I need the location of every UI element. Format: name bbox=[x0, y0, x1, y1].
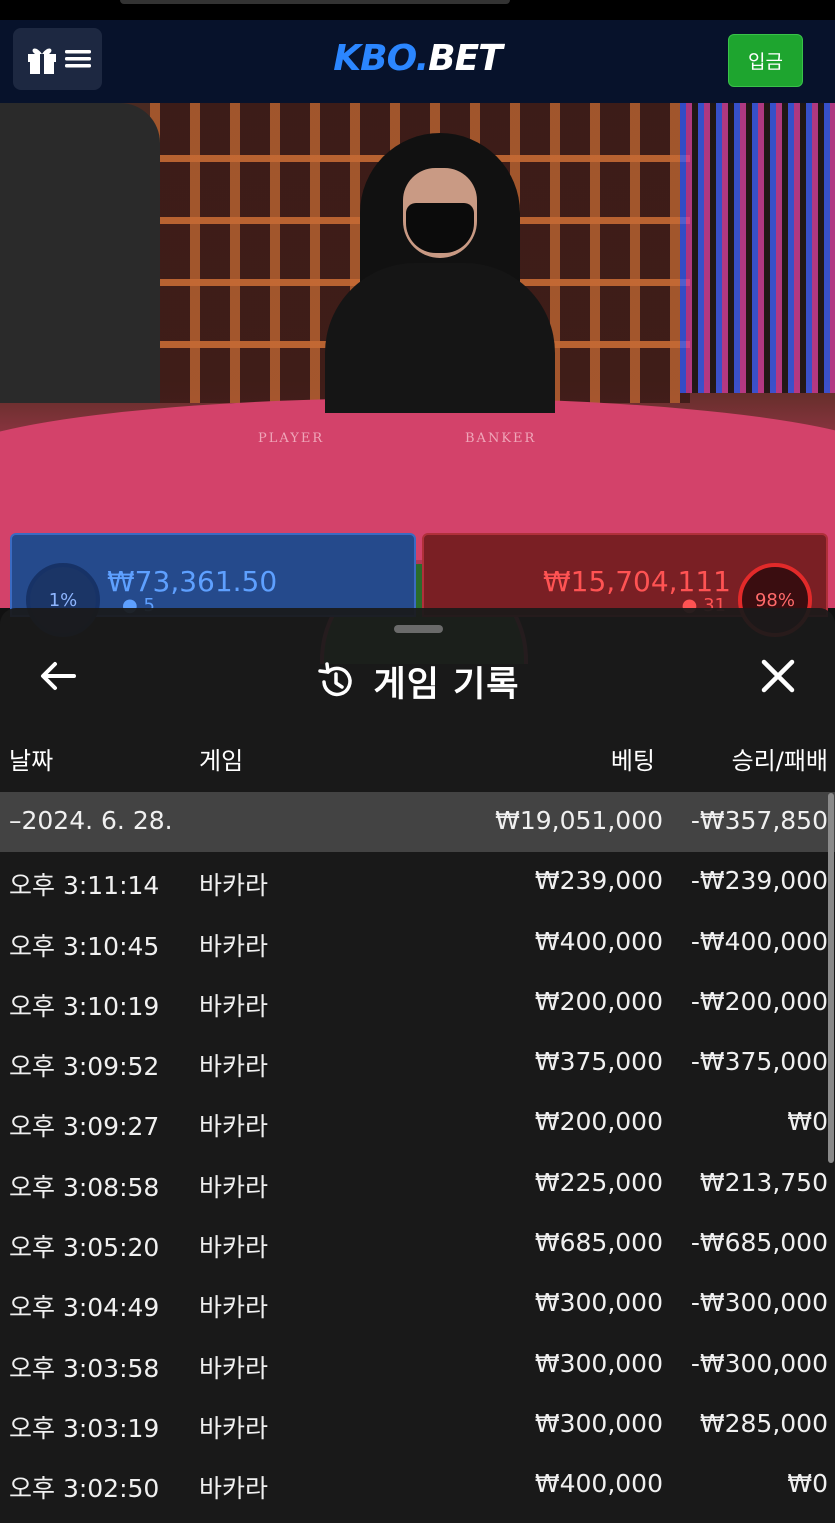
player-table-label: PLAYER bbox=[258, 431, 325, 446]
neon-lights bbox=[680, 103, 835, 393]
row-game: 바카라 bbox=[199, 1172, 269, 1202]
row-result: ₩0 bbox=[787, 1107, 828, 1137]
history-row[interactable]: 오후 3:08:58 바카라 ₩225,000 ₩213,750 bbox=[0, 1154, 835, 1214]
row-bet: ₩300,000 bbox=[534, 1408, 663, 1438]
row-bet: ₩300,000 bbox=[534, 1288, 663, 1318]
banker-table-label: BANKER bbox=[465, 431, 537, 446]
history-row[interactable]: 오후 3:02:50 바카라 ₩400,000 ₩0 bbox=[0, 1455, 835, 1515]
row-game: 바카라 bbox=[199, 1112, 269, 1142]
game-history-sheet: 게임 기록 날짜 게임 베팅 승리/패배 –2024. 6. 28. ₩19,0… bbox=[0, 608, 835, 1523]
row-result: -₩300,000 bbox=[690, 1288, 828, 1318]
history-row[interactable]: 오후 3:03:19 바카라 ₩300,000 ₩285,000 bbox=[0, 1395, 835, 1455]
sheet-title: 게임 기록 bbox=[373, 665, 520, 705]
summary-result: -₩357,850 bbox=[690, 806, 828, 835]
history-row[interactable]: 오후 3:11:14 바카라 ₩239,000 -₩239,000 bbox=[0, 852, 835, 912]
row-game: 바카라 bbox=[199, 1474, 269, 1504]
row-bet: ₩375,000 bbox=[534, 1047, 663, 1077]
site-logo[interactable]: KBO.BET bbox=[0, 38, 835, 79]
row-game: 바카라 bbox=[199, 1293, 269, 1323]
row-result: ₩285,000 bbox=[699, 1408, 828, 1438]
row-result: -₩300,000 bbox=[690, 1348, 828, 1378]
row-result: ₩0 bbox=[787, 1469, 828, 1499]
row-time: 오후 3:05:20 bbox=[9, 1233, 160, 1263]
history-row[interactable]: 오후 3:10:45 바카라 ₩400,000 -₩400,000 bbox=[0, 913, 835, 973]
row-result: -₩685,000 bbox=[690, 1228, 828, 1258]
history-list: –2024. 6. 28. ₩19,051,000 -₩357,850 오후 3… bbox=[0, 792, 835, 1516]
banker-bet-panel: 98% ₩15,704,111 ● 31 bbox=[422, 533, 828, 637]
dealer bbox=[320, 133, 560, 413]
history-row[interactable]: 오후 3:09:27 바카라 ₩200,000 ₩0 bbox=[0, 1093, 835, 1153]
header-bet: 베팅 bbox=[610, 747, 655, 775]
scrollbar[interactable] bbox=[828, 793, 834, 1163]
deposit-button[interactable]: 입금 bbox=[728, 34, 803, 87]
row-bet: ₩200,000 bbox=[534, 1107, 663, 1137]
history-icon bbox=[317, 661, 352, 696]
row-time: 오후 3:04:49 bbox=[9, 1293, 160, 1323]
status-bar bbox=[0, 0, 835, 20]
row-bet: ₩685,000 bbox=[534, 1228, 663, 1258]
player-bet-panel: 1% ₩73,361.50 ● 5 bbox=[10, 533, 416, 637]
row-bet: ₩300,000 bbox=[534, 1348, 663, 1378]
row-time: 오후 3:09:27 bbox=[9, 1112, 160, 1142]
row-game: 바카라 bbox=[199, 1233, 269, 1263]
row-bet: ₩239,000 bbox=[534, 866, 663, 896]
row-bet: ₩400,000 bbox=[534, 926, 663, 956]
top-bar: KBO.BET 입금 bbox=[0, 20, 835, 103]
row-game: 바카라 bbox=[199, 991, 269, 1021]
banker-amount: ₩15,704,111 bbox=[542, 565, 731, 598]
row-bet: ₩400,000 bbox=[534, 1469, 663, 1499]
date-summary-row[interactable]: –2024. 6. 28. ₩19,051,000 -₩357,850 bbox=[0, 792, 835, 853]
header-date: 날짜 bbox=[9, 747, 54, 775]
row-result: ₩213,750 bbox=[699, 1167, 828, 1197]
row-result: -₩375,000 bbox=[690, 1047, 828, 1077]
row-time: 오후 3:03:19 bbox=[9, 1413, 160, 1443]
row-result: -₩400,000 bbox=[690, 926, 828, 956]
row-time: 오후 3:11:14 bbox=[9, 871, 160, 901]
history-row[interactable]: 오후 3:09:52 바카라 ₩375,000 -₩375,000 bbox=[0, 1033, 835, 1093]
history-row[interactable]: 오후 3:05:20 바카라 ₩685,000 -₩685,000 bbox=[0, 1214, 835, 1274]
sheet-header: 게임 기록 bbox=[0, 638, 835, 713]
history-row[interactable]: 오후 3:03:58 바카라 ₩300,000 -₩300,000 bbox=[0, 1335, 835, 1395]
column-headers: 날짜 게임 베팅 승리/패배 bbox=[0, 741, 835, 781]
close-icon[interactable] bbox=[758, 656, 798, 696]
row-result: -₩200,000 bbox=[690, 986, 828, 1016]
row-time: 오후 3:02:50 bbox=[9, 1474, 160, 1504]
summary-date: –2024. 6. 28. bbox=[9, 806, 173, 835]
player-amount: ₩73,361.50 bbox=[107, 565, 278, 598]
header-result: 승리/패배 bbox=[731, 747, 828, 775]
drag-handle[interactable] bbox=[394, 625, 443, 633]
row-game: 바카라 bbox=[199, 1353, 269, 1383]
row-game: 바카라 bbox=[199, 931, 269, 961]
dealer-assistant bbox=[0, 103, 160, 403]
row-time: 오후 3:03:58 bbox=[9, 1353, 160, 1383]
row-time: 오후 3:09:52 bbox=[9, 1052, 160, 1082]
row-time: 오후 3:08:58 bbox=[9, 1172, 160, 1202]
row-game: 바카라 bbox=[199, 871, 269, 901]
row-game: 바카라 bbox=[199, 1413, 269, 1443]
row-time: 오후 3:10:19 bbox=[9, 991, 160, 1021]
summary-bet: ₩19,051,000 bbox=[495, 806, 663, 835]
notch bbox=[120, 0, 510, 4]
history-row[interactable]: 오후 3:04:49 바카라 ₩300,000 -₩300,000 bbox=[0, 1274, 835, 1334]
header-game: 게임 bbox=[199, 747, 244, 775]
row-bet: ₩200,000 bbox=[534, 986, 663, 1016]
history-row[interactable]: 오후 3:10:19 바카라 ₩200,000 -₩200,000 bbox=[0, 973, 835, 1033]
row-result: -₩239,000 bbox=[690, 866, 828, 896]
row-bet: ₩225,000 bbox=[534, 1167, 663, 1197]
row-game: 바카라 bbox=[199, 1052, 269, 1082]
row-time: 오후 3:10:45 bbox=[9, 931, 160, 961]
